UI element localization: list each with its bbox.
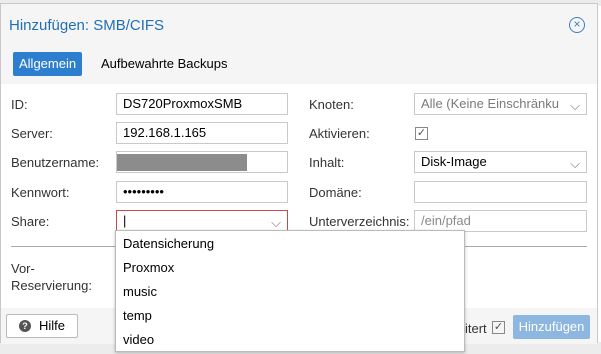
share-combobox[interactable]: | ⌵ xyxy=(116,210,288,232)
advanced-checkbox[interactable]: ✓ xyxy=(492,321,505,334)
share-option-proxmox[interactable]: Proxmox xyxy=(123,260,174,275)
share-value: | xyxy=(123,213,127,228)
share-option-video[interactable]: video xyxy=(123,332,154,347)
subdirectory-placeholder: /ein/pfad xyxy=(421,213,471,228)
nodes-combobox[interactable]: Alle (Keine Einschränku ⌵ xyxy=(414,93,587,115)
username-field[interactable] xyxy=(116,151,288,173)
chevron-down-icon[interactable]: ⌵ xyxy=(570,96,580,114)
content-combobox[interactable]: Disk-Image ⌵ xyxy=(414,151,587,173)
tab-backup-retention[interactable]: Aufbewahrte Backups xyxy=(95,52,233,76)
help-label: Hilfe xyxy=(39,318,66,333)
share-label: Share: xyxy=(11,214,50,229)
server-label: Server: xyxy=(11,126,53,141)
add-button[interactable]: Hinzufügen xyxy=(513,315,590,339)
id-value: DS720ProxmoxSMB xyxy=(123,96,243,111)
share-option-music[interactable]: music xyxy=(123,284,157,299)
domain-field[interactable] xyxy=(414,181,587,203)
enable-checkbox[interactable]: ✓ xyxy=(415,127,428,140)
tab-general[interactable]: Allgemein xyxy=(13,52,83,76)
close-glyph: × xyxy=(573,17,581,31)
dialog-titlebar: Hinzufügen: SMB/CIFS × xyxy=(1,4,597,48)
enable-check-glyph: ✓ xyxy=(416,127,427,139)
dialog-title: Hinzufügen: SMB/CIFS xyxy=(9,17,165,34)
username-label: Benutzername: xyxy=(11,155,100,170)
id-field[interactable]: DS720ProxmoxSMB xyxy=(116,93,288,115)
tab-bar: Allgemein Aufbewahrte Backups xyxy=(1,48,597,78)
help-icon: ? xyxy=(19,320,31,332)
server-value: 192.168.1.165 xyxy=(123,125,207,140)
content-label: Inhalt: xyxy=(309,155,345,170)
username-redacted xyxy=(117,154,247,171)
reservation-label-line1: Vor- xyxy=(11,261,35,276)
share-option-datensicherung[interactable]: Datensicherung xyxy=(123,236,214,251)
reservation-label-line2: Reservierung: xyxy=(11,278,92,293)
share-option-temp[interactable]: temp xyxy=(123,308,152,323)
domain-label: Domäne: xyxy=(309,185,362,200)
nodes-value: Alle (Keine Einschränku xyxy=(421,96,560,111)
close-icon[interactable]: × xyxy=(569,17,585,33)
help-button[interactable]: ? Hilfe xyxy=(6,314,78,338)
advanced-check-glyph: ✓ xyxy=(493,321,504,333)
password-label: Kennwort: xyxy=(11,185,70,200)
advanced-label-partial: itert xyxy=(465,321,487,336)
subdirectory-label: Unterverzeichnis: xyxy=(309,214,410,229)
nodes-label: Knoten: xyxy=(309,97,354,112)
server-field[interactable]: 192.168.1.165 xyxy=(116,122,288,144)
password-field[interactable]: ••••••••• xyxy=(116,181,288,203)
subdirectory-field[interactable]: /ein/pfad xyxy=(414,210,587,232)
password-value: ••••••••• xyxy=(123,184,164,199)
share-dropdown-list: Datensicherung Proxmox music temp video xyxy=(115,230,465,352)
content-value: Disk-Image xyxy=(421,154,487,169)
id-label: ID: xyxy=(11,97,28,112)
chevron-down-icon[interactable]: ⌵ xyxy=(570,154,580,172)
enable-label: Aktivieren: xyxy=(309,126,370,141)
